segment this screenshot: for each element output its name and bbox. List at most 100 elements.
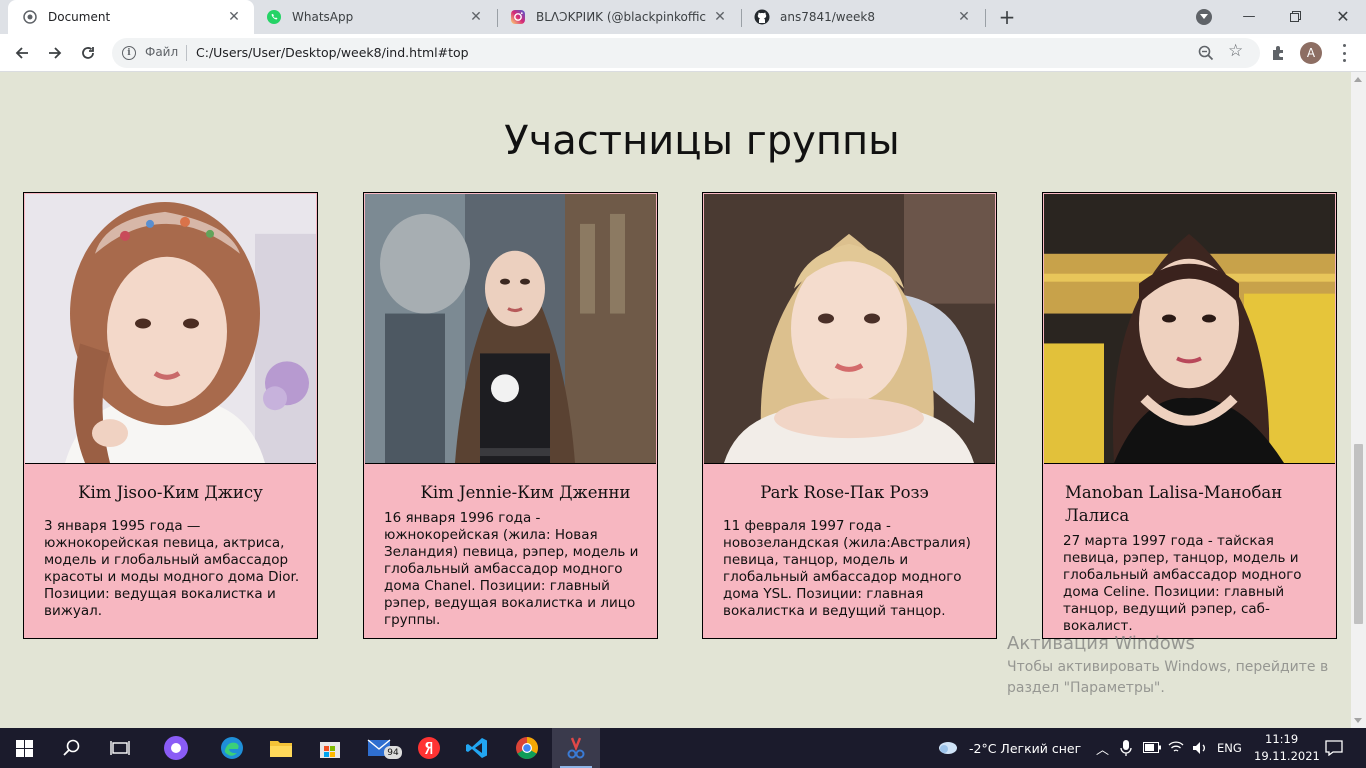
member-name: Kim Jisoo-Ким Джису [78,483,263,502]
member-description: 16 января 1996 года - южнокорейская (жил… [384,510,639,628]
restore-icon [1289,10,1301,22]
url-text[interactable]: C:/Users/User/Desktop/week8/ind.html#top [196,45,469,60]
task-view-button[interactable] [96,728,144,768]
close-tab-icon[interactable]: ✕ [226,9,242,25]
tray-chevron-icon[interactable]: ︿ [1096,739,1109,758]
taskbar-active-app[interactable] [552,728,600,768]
alice-assistant-icon [164,736,188,760]
volume-icon[interactable] [1192,741,1208,755]
whatsapp-icon [266,9,282,25]
member-photo [25,194,316,464]
task-view-icon [110,741,130,755]
language-indicator[interactable]: ENG [1217,741,1242,755]
store-icon [320,742,340,758]
weather-widget-icon[interactable] [928,728,968,768]
tab-title: BLΛƆKPIИK (@blackpinkofficial) • [536,10,706,24]
snipping-tool-icon [567,737,585,759]
member-description: 3 января 1995 года — южнокорейская певиц… [44,518,300,619]
close-tab-icon[interactable]: ✕ [468,9,484,25]
page-scrollbar[interactable] [1351,72,1366,728]
wifi-icon[interactable] [1168,740,1184,754]
watermark-line: Чтобы активировать Windows, перейдите в [1007,659,1329,675]
windows-taskbar: -2°C Легкий снег ︿ ENG 11:19 19.11.2021 [0,728,1366,768]
profile-avatar[interactable]: A [1300,42,1322,64]
search-button[interactable] [48,728,96,768]
taskbar-yandex[interactable] [405,728,453,768]
weather-text[interactable]: -2°C Легкий снег [969,741,1081,756]
browser-toolbar: i Файл C:/Users/User/Desktop/week8/ind.h… [0,34,1366,72]
tab-whatsapp[interactable]: WhatsApp ✕ [252,0,496,34]
restore-button[interactable] [1272,0,1318,32]
battery-icon[interactable] [1143,742,1161,753]
forward-arrow-icon [49,47,62,59]
page-viewport: Участницы группы Kim Jisoo-Ким Джису 3 я… [0,72,1351,728]
page-heading: Участницы группы [504,118,900,164]
bookmark-star-icon[interactable]: ☆ [1228,43,1243,60]
member-description: 11 февраля 1997 года - новозеландская (ж… [723,518,971,619]
search-icon [63,739,80,756]
scroll-up-icon[interactable] [1354,77,1362,82]
taskbar-vscode[interactable] [453,728,501,768]
taskbar-explorer[interactable] [257,728,305,768]
watermark-title: Активация Windows [1007,633,1195,654]
edge-icon [221,737,243,759]
back-button[interactable] [8,39,36,67]
file-chip: Файл [145,45,179,59]
globe-icon [22,9,38,25]
taskbar-chrome[interactable] [503,728,551,768]
close-tab-icon[interactable]: ✕ [956,9,972,25]
chevron-down-icon [1200,14,1208,19]
chrome-icon [516,737,538,759]
mail-unread-badge: 94 [384,746,402,759]
member-photo [704,194,995,464]
tab-strip: Document ✕ WhatsApp ✕ BLΛƆKPIИK (@blackp… [0,0,1366,34]
new-tab-button[interactable]: + [996,5,1018,29]
member-card-jisoo: Kim Jisoo-Ким Джису 3 января 1995 года —… [23,192,318,639]
member-name: Kim Jennie-Ким Дженни [420,483,631,502]
taskbar-edge[interactable] [208,728,256,768]
extensions-puzzle-icon[interactable] [1270,44,1288,62]
minimize-button[interactable]: — [1226,0,1272,32]
tab-title: ans7841/week8 [780,10,875,24]
member-name: Manoban Lalisa-Манобан Лалиса [1065,483,1283,525]
taskbar-store[interactable] [306,728,354,768]
member-card-jennie: Kim Jennie-Ким Дженни 16 января 1996 год… [363,192,658,639]
member-photo [365,194,656,464]
windows-logo-icon [15,739,33,757]
tab-github[interactable]: ans7841/week8 ✕ [740,0,984,34]
github-icon [754,9,770,25]
member-photo [1044,194,1335,464]
reload-icon [82,47,94,59]
close-window-button[interactable]: ✕ [1320,0,1366,32]
scroll-thumb[interactable] [1354,444,1363,624]
member-name: Park Rose-Пак Розэ [760,483,929,502]
forward-button[interactable] [41,39,69,67]
clock-date[interactable]: 19.11.2021 [1254,749,1320,763]
back-arrow-icon [15,47,28,59]
cloud-snow-icon [939,742,957,754]
tab-instagram[interactable]: BLΛƆKPIИK (@blackpinkofficial) • ✕ [496,0,740,34]
tab-title: Document [48,10,111,24]
windows-activation-watermark: Активация Windows Чтобы активировать Win… [1007,632,1328,699]
tab-document[interactable]: Document ✕ [8,0,254,34]
watermark-line: раздел "Параметры". [1007,680,1165,696]
tab-separator [985,9,986,27]
member-card-lisa: Manoban Lalisa-Манобан Лалиса 27 марта 1… [1042,192,1337,639]
close-tab-icon[interactable]: ✕ [712,9,728,25]
tab-title: WhatsApp [292,10,354,24]
scroll-down-icon[interactable] [1354,718,1362,723]
address-bar[interactable]: i Файл C:/Users/User/Desktop/week8/ind.h… [112,38,1260,68]
tab-search-button[interactable] [1196,9,1212,25]
info-icon[interactable]: i [122,46,136,60]
clock-time[interactable]: 11:19 [1265,732,1298,746]
reload-button[interactable] [74,39,102,67]
taskbar-alice[interactable] [152,728,200,768]
notifications-icon[interactable] [1325,740,1343,756]
vscode-icon [466,738,487,758]
browser-menu-icon[interactable] [1336,44,1352,62]
folder-icon [270,741,292,757]
start-button[interactable] [0,728,48,768]
address-divider [186,45,187,61]
zoom-icon[interactable] [1198,45,1214,61]
microphone-icon[interactable] [1120,740,1132,756]
